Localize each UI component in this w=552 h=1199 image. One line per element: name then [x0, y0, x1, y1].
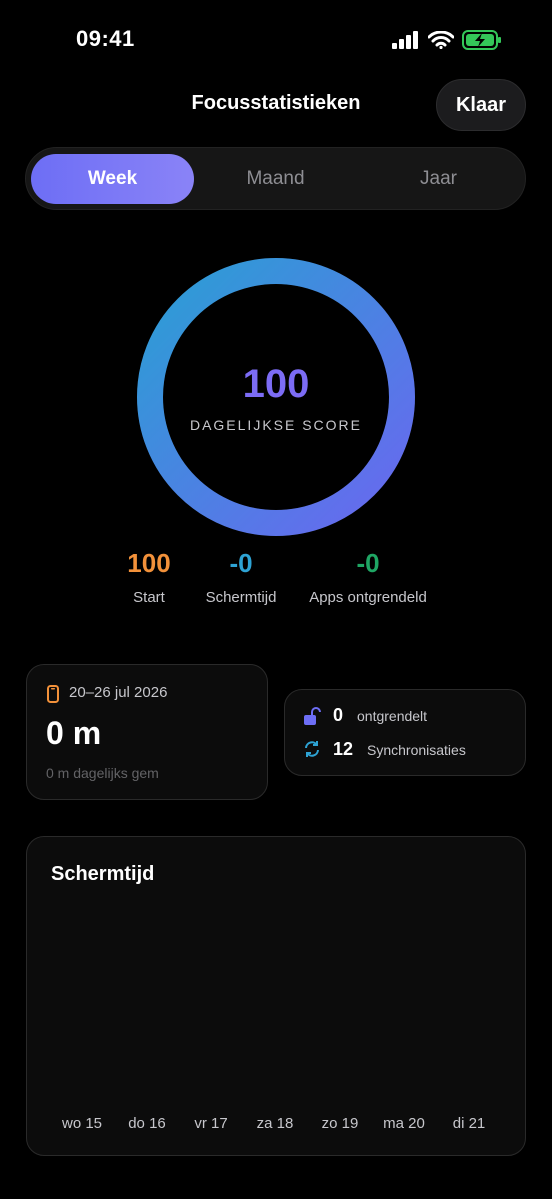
week-range: 20–26 jul 2026 [69, 684, 168, 701]
metric-screentime: -0 Schermtijd [191, 548, 291, 606]
chart-day-label: do 16 [128, 1115, 166, 1132]
tab-year[interactable]: Jaar [357, 154, 520, 204]
chart-day-label: di 21 [452, 1115, 486, 1132]
week-summary-card[interactable]: 20–26 jul 2026 0 m 0 m dagelijks gem [26, 664, 268, 800]
done-button[interactable]: Klaar [436, 79, 526, 131]
daily-score-value: 100 [242, 362, 310, 406]
status-time: 09:41 [76, 26, 135, 51]
battery-charging-icon [462, 30, 501, 50]
metric-apps-unlocked-label: Apps ontgrendeld [309, 589, 427, 606]
sync-label: Synchronisaties [367, 742, 466, 758]
sync-icon [305, 741, 319, 757]
metric-screentime-label: Schermtijd [205, 589, 277, 606]
chart-day-label: vr 17 [194, 1115, 228, 1132]
week-daily-average: 0 m dagelijks gem [46, 765, 159, 781]
metric-apps-unlocked: -0 Apps ontgrendeld [298, 548, 438, 606]
chart-day-label: wo 15 [61, 1115, 103, 1132]
chart-day-label: ma 20 [383, 1115, 425, 1132]
tab-month[interactable]: Maand [194, 154, 357, 204]
metric-start-label: Start [133, 589, 165, 606]
status-icons [392, 30, 502, 50]
metric-start-value: 100 [127, 548, 171, 578]
phone-icon [47, 685, 59, 703]
unlocked-label: ontgrendelt [357, 708, 428, 724]
screentime-chart-card: Schermtijd [26, 836, 526, 1156]
unlocked-count: 0 [333, 705, 344, 725]
metric-screentime-value: -0 [229, 548, 253, 578]
period-segmented-control: Week Maand Jaar [25, 147, 526, 210]
tab-week[interactable]: Week [31, 154, 194, 204]
chart-day-label: za 18 [256, 1115, 294, 1132]
chart-title: Schermtijd [51, 863, 155, 885]
daily-score-label: DAGELIJKSE SCORE [189, 417, 363, 433]
unlock-sync-card[interactable]: 0 ontgrendelt 12 Synchronisaties [284, 689, 526, 776]
wifi-icon [428, 31, 454, 49]
metric-start: 100 Start [109, 548, 189, 606]
chart-day-label: zo 19 [321, 1115, 359, 1132]
metric-apps-unlocked-value: -0 [356, 548, 380, 578]
cellular-signal-icon [392, 31, 418, 49]
sync-count: 12 [333, 739, 354, 759]
unlock-icon [304, 707, 321, 725]
week-total: 0 m [46, 715, 102, 751]
